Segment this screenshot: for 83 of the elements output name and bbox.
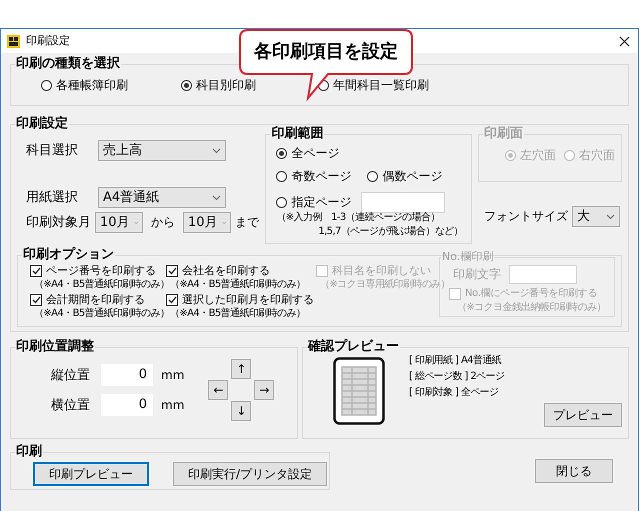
radio-button[interactable] [276,197,288,208]
option-label: 指定ページ [291,195,352,210]
dropdown[interactable]: A4普通紙 [98,187,226,208]
arrow-button[interactable]: ↑ [231,359,252,379]
note-text: （※コクヨ金銭出納帳印刷時のみ） [456,301,606,315]
option-label: 会社名を印刷する [182,263,270,278]
note-text: （※入力例 1-3（連続ページの場合） [276,211,440,225]
dropdown[interactable]: 10月 [95,212,143,233]
info-text: [ 印刷対象 ] 全ページ [409,386,499,400]
option-label: 年間科目一覧印刷 [333,78,429,93]
field-label: 縦位置 [51,368,91,382]
text-input-field[interactable] [509,265,577,284]
option-label: No.欄にページ番号を印刷する [465,286,598,301]
arrow-button[interactable]: → [254,380,274,400]
option-label: ページ番号を印刷する [46,263,156,278]
close-button[interactable]: 閉じる [535,459,613,483]
note-text: 1,5,7（ページが飛ぶ場合）など） [317,225,463,239]
radio-button[interactable] [41,80,52,91]
option-label: 科目別印刷 [196,78,256,93]
checkbox[interactable] [166,294,178,306]
field-label: 科目選択 [26,143,79,158]
checkbox[interactable] [166,264,178,276]
option-label: 全ページ [291,146,340,161]
arrow-button[interactable]: ↓ [231,401,252,421]
window-title: 印刷設定 [26,32,70,49]
group-title: 印刷面 [483,126,524,142]
arrow-button[interactable]: ← [208,380,228,400]
chevron-icon [212,194,221,200]
close-icon[interactable] [619,36,630,46]
option-label: 奇数ページ [291,169,352,184]
note-text: （※A4・B5普通紙印刷時のみ） [169,278,306,292]
unit-label: mm [161,368,184,382]
chevron-icon [212,148,221,154]
range-word: まで [235,215,259,230]
group-title: 印刷設定 [15,116,69,132]
info-text: [ 印刷用紙 ] A4普通紙 [409,354,502,368]
number-field[interactable]: 0 [101,394,153,416]
group-title: 印刷 [15,444,43,460]
field-label: 印刷文字 [453,267,501,282]
option-label: 右穴面 [579,148,615,163]
radio-button[interactable] [367,171,378,182]
callout-text: 各印刷項目を設定 [254,40,398,64]
radio-button[interactable] [276,148,288,159]
number-field[interactable]: 0 [101,364,153,386]
checkbox[interactable] [30,294,42,306]
field-label: 印刷対象月 [26,215,91,230]
print-button[interactable]: 印刷プレビュー [33,462,149,486]
field-label: 横位置 [51,398,91,412]
option-label: 選択した印刷月を印刷する [182,292,314,307]
chevron-icon [606,214,615,220]
group-title: 印刷位置調整 [15,339,95,355]
radio-button[interactable] [181,80,192,91]
document-icon [333,357,385,425]
field-label: フォントサイズ [484,209,568,224]
group-title: 印刷オプション [22,247,115,263]
note-text: （※A4・B5普通紙印刷時のみ） [33,278,170,292]
note-text: （※A4・B5普通紙印刷時のみ） [33,307,170,321]
range-word: から [150,215,176,230]
checkbox[interactable] [30,264,42,276]
dropdown[interactable]: 売上高 [98,140,226,161]
option-label: 偶数ページ [382,169,442,184]
preview-button[interactable]: プレビュー [544,403,622,427]
option-label: 会計期間を印刷する [46,292,145,307]
chevron-icon [134,220,138,226]
radio-button[interactable] [276,171,288,182]
unit-label: mm [161,398,184,412]
group-title: 印刷範囲 [270,126,324,142]
option-label: 各種帳簿印刷 [56,78,128,93]
info-text: [ 総ページ数 ] 2ページ [409,370,504,384]
chevron-icon [222,220,226,226]
group-title: 印刷の種類を選択 [15,56,121,72]
option-label: 左穴面 [520,148,556,163]
group-title: 確認プレビュー [307,339,400,355]
field-label: 用紙選択 [26,190,79,205]
option-label: 科目名を印刷しない [332,263,431,278]
print-button[interactable]: 印刷実行/プリンタ設定 [173,462,328,486]
app-icon [7,34,20,48]
dropdown[interactable]: 大 [572,206,620,227]
page-input-field[interactable] [361,192,446,213]
group-title: No.欄印刷 [441,249,494,265]
dropdown[interactable]: 10月 [183,212,231,233]
note-text: （※コクヨ専用紙印刷時のみ） [319,278,450,292]
note-text: （※A4・B5普通紙印刷時のみ） [169,307,306,321]
